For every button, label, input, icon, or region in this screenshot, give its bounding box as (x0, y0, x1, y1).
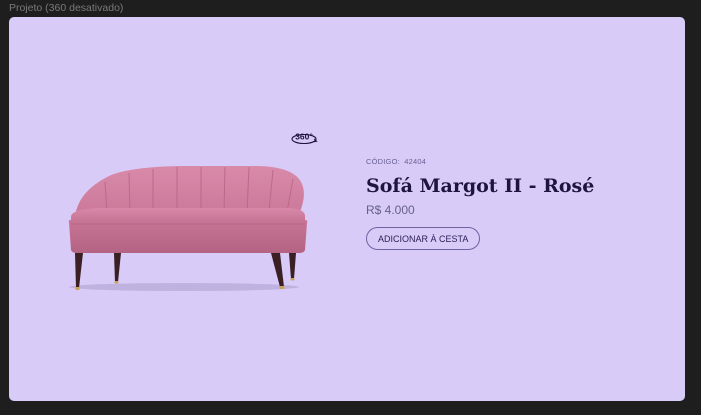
product-image-sofa[interactable] (59, 162, 314, 317)
product-code-row: CÓDIGO: 42404 (366, 157, 666, 169)
frame-label: Projeto (360 desativado) (9, 2, 124, 14)
360-view-icon[interactable]: 360° (290, 128, 320, 147)
product-frame: 360° CÓDIGO: 42404 Sofá Margot II - Rosé… (9, 17, 685, 401)
product-code-label: CÓDIGO: (366, 157, 400, 166)
360-view-label: 360° (295, 132, 313, 142)
product-code: 42404 (404, 157, 427, 166)
product-price: R$ 4.000 (366, 203, 415, 217)
product-title: Sofá Margot II - Rosé (366, 175, 595, 197)
product-info: CÓDIGO: 42404 Sofá Margot II - Rosé R$ 4… (366, 157, 666, 250)
add-to-cart-button[interactable]: ADICIONAR À CESTA (366, 227, 481, 250)
